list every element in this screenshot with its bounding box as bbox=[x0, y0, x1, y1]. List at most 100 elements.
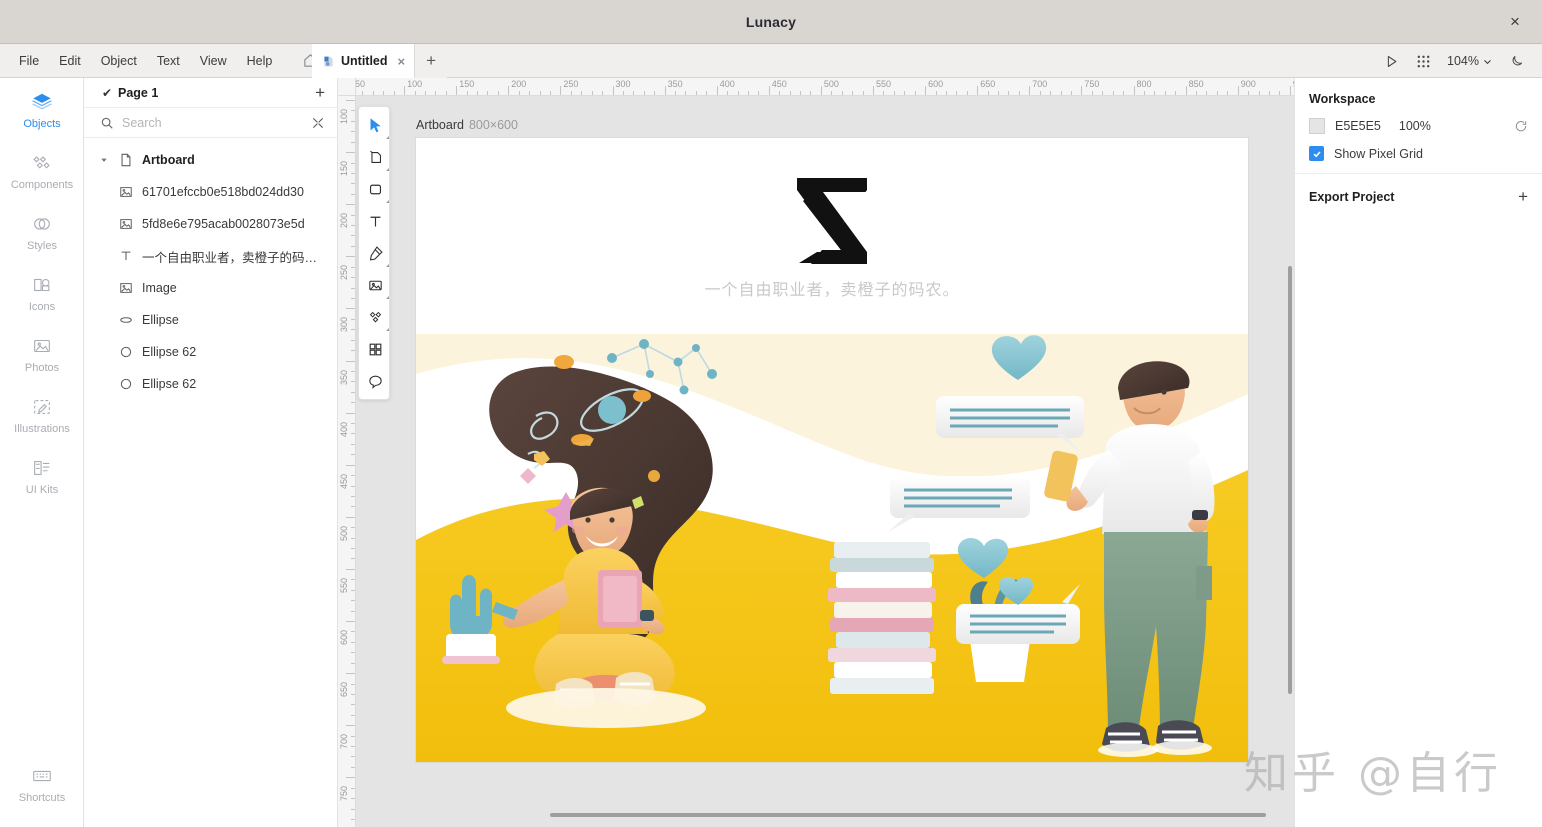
menu-item-text[interactable]: Text bbox=[148, 49, 189, 73]
layer-row-artboard[interactable]: Artboard bbox=[84, 144, 337, 176]
horizontal-ruler[interactable]: 50 100 150 200 250 300 350 400 450 500 550 600 650 70… bbox=[338, 78, 1294, 96]
artboard-size: 800×600 bbox=[468, 118, 518, 132]
vertical-ruler[interactable]: 100 150 200 250 300 350 400 450 500 550 600 650 700 7… bbox=[338, 78, 356, 827]
ruler-corner bbox=[338, 78, 356, 96]
grid-tool[interactable] bbox=[359, 333, 391, 365]
tab-close-icon[interactable]: × bbox=[398, 55, 406, 68]
layer-label: 61701efccb0e518bd024dd30 bbox=[142, 185, 304, 199]
show-pixel-grid-checkbox[interactable] bbox=[1309, 146, 1324, 161]
sidebar-item-styles[interactable]: Styles bbox=[0, 200, 84, 261]
ruler-label: 50 bbox=[355, 79, 366, 89]
layer-row-ellipse-62-b[interactable]: Ellipse 62 bbox=[84, 368, 337, 400]
ruler-tick-minor bbox=[1102, 91, 1104, 95]
window-close-button[interactable]: × bbox=[1502, 9, 1528, 35]
canvas-horizontal-scrollbar[interactable] bbox=[550, 813, 1266, 817]
menu-item-object[interactable]: Object bbox=[92, 49, 146, 73]
rectangle-tool[interactable] bbox=[359, 173, 391, 205]
zoom-level-control[interactable]: 104% bbox=[1441, 50, 1498, 72]
layer-row-image-1[interactable]: 61701efccb0e518bd024dd30 bbox=[84, 176, 337, 208]
ruler-tick-minor bbox=[695, 91, 697, 95]
ruler-tick-minor bbox=[351, 527, 355, 529]
text-tool[interactable] bbox=[359, 205, 391, 237]
ruler-tick-minor bbox=[893, 91, 895, 95]
artboard-name: Artboard bbox=[416, 118, 464, 132]
tool-submenu-indicator[interactable] bbox=[386, 200, 389, 203]
chevron-down-icon[interactable] bbox=[98, 156, 110, 164]
canvas-vertical-scrollbar[interactable] bbox=[1288, 266, 1292, 694]
layer-label: Image bbox=[142, 281, 177, 295]
layer-row-image-3[interactable]: Image bbox=[84, 272, 337, 304]
ruler-label: 800 bbox=[1136, 79, 1152, 89]
artboard-label[interactable]: Artboard 800×600 bbox=[416, 118, 518, 132]
ruler-tick-minor bbox=[424, 91, 426, 95]
artboard-tool[interactable] bbox=[359, 141, 391, 173]
ruler-tick-minor bbox=[539, 91, 541, 95]
play-icon[interactable] bbox=[1377, 47, 1405, 75]
image-tool[interactable] bbox=[359, 269, 391, 301]
pen-tool[interactable] bbox=[359, 237, 391, 269]
sidebar-item-illustrations[interactable]: Illustrations bbox=[0, 383, 84, 444]
tool-submenu-indicator[interactable] bbox=[386, 296, 389, 299]
menu-item-help[interactable]: Help bbox=[238, 49, 282, 73]
ruler-tick-minor bbox=[351, 714, 355, 716]
books-stack bbox=[828, 542, 936, 694]
sidebar-item-objects[interactable]: Objects bbox=[0, 78, 84, 139]
circle-icon bbox=[118, 344, 134, 360]
refresh-icon[interactable] bbox=[1514, 119, 1528, 133]
ruler-tick-minor bbox=[351, 443, 355, 445]
sidebar-item-shortcuts[interactable]: Shortcuts bbox=[0, 752, 84, 813]
ruler-tick-minor bbox=[904, 91, 906, 95]
page-row[interactable]: ✔ Page 1 + bbox=[84, 78, 337, 108]
workspace-opacity[interactable]: 100% bbox=[1399, 119, 1431, 133]
sidebar-item-icons[interactable]: Icons bbox=[0, 261, 84, 322]
select-tool[interactable] bbox=[359, 109, 391, 141]
sidebar-item-uikits[interactable]: UI Kits bbox=[0, 444, 84, 505]
ruler-tick-minor bbox=[351, 537, 355, 539]
workspace-title: Workspace bbox=[1309, 92, 1376, 106]
tool-submenu-indicator[interactable] bbox=[386, 328, 389, 331]
ruler-label: 700 bbox=[1032, 79, 1048, 89]
ruler-label: 100 bbox=[407, 79, 423, 89]
collapse-icon[interactable] bbox=[311, 116, 325, 130]
layer-label: 5fd8e6e795acab0028073e5d bbox=[142, 217, 305, 231]
ruler-tick-minor bbox=[351, 652, 355, 654]
search-input[interactable] bbox=[122, 115, 303, 130]
comment-tool[interactable] bbox=[359, 365, 391, 397]
new-tab-button[interactable]: + bbox=[415, 44, 448, 78]
ruler-tick-minor bbox=[393, 91, 395, 95]
canvas-area[interactable]: Artboard 800×600 一个自由职业者，卖橙子的码农。 50 100 … bbox=[338, 78, 1294, 827]
layer-row-image-2[interactable]: 5fd8e6e795acab0028073e5d bbox=[84, 208, 337, 240]
ruler-tick-minor bbox=[1196, 91, 1198, 95]
add-export-button[interactable]: + bbox=[1518, 188, 1528, 205]
ruler-tick-minor bbox=[351, 766, 355, 768]
layer-row-ellipse[interactable]: Ellipse bbox=[84, 304, 337, 336]
ruler-tick-minor bbox=[602, 91, 604, 95]
menu-item-view[interactable]: View bbox=[191, 49, 236, 73]
ruler-tick-minor bbox=[351, 162, 355, 164]
menu-item-file[interactable]: File bbox=[10, 49, 48, 73]
component-tool[interactable] bbox=[359, 301, 391, 333]
workspace-color-hex[interactable]: E5E5E5 bbox=[1335, 119, 1381, 133]
tab-untitled[interactable]: Untitled × bbox=[312, 44, 416, 78]
sidebar-item-components[interactable]: Components bbox=[0, 139, 84, 200]
menu-item-edit[interactable]: Edit bbox=[50, 49, 90, 73]
artboard-canvas[interactable]: 一个自由职业者，卖橙子的码农。 bbox=[416, 138, 1248, 762]
add-page-button[interactable]: + bbox=[315, 84, 325, 101]
tab-label: Untitled bbox=[341, 54, 388, 68]
show-pixel-grid-row[interactable]: Show Pixel Grid bbox=[1309, 146, 1528, 161]
moon-icon[interactable] bbox=[1502, 47, 1530, 75]
ruler-tick-major bbox=[346, 777, 355, 779]
grid-apps-icon[interactable] bbox=[1409, 47, 1437, 75]
tool-submenu-indicator[interactable] bbox=[386, 168, 389, 171]
tool-submenu-indicator[interactable] bbox=[386, 264, 389, 267]
layer-row-text[interactable]: 一个自由职业者，卖橙子的码农。 bbox=[84, 240, 337, 272]
ruler-tick-minor bbox=[727, 91, 729, 95]
workspace-color-swatch[interactable] bbox=[1309, 118, 1325, 134]
layer-row-ellipse-62-a[interactable]: Ellipse 62 bbox=[84, 336, 337, 368]
sidebar-item-photos[interactable]: Photos bbox=[0, 322, 84, 383]
ruler-tick-minor bbox=[351, 798, 355, 800]
ruler-tick-minor bbox=[591, 91, 593, 95]
image-icon bbox=[118, 280, 134, 296]
tool-submenu-indicator[interactable] bbox=[386, 136, 389, 139]
ruler-tick-major bbox=[346, 725, 355, 727]
